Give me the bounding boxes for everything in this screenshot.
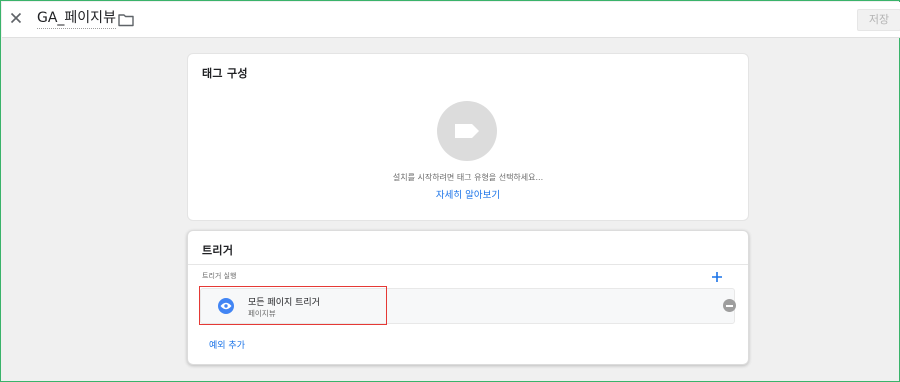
learn-more-link[interactable]: 자세히 알아보기: [188, 187, 748, 201]
tag-type-hint: 설치를 시작하려면 태그 유형을 선택하세요...: [392, 173, 544, 182]
tag-configuration-title: 태그 구성: [202, 67, 248, 80]
tag-name-field[interactable]: GA_페이지뷰: [37, 9, 116, 29]
close-icon[interactable]: [8, 10, 24, 26]
add-exception-link[interactable]: 예외 추가: [209, 338, 245, 351]
triggering-title: 트리거: [202, 244, 234, 257]
trigger-type: 페이지뷰: [248, 309, 276, 318]
top-bar: GA_페이지뷰 저장: [2, 2, 900, 38]
tag-icon: [455, 124, 479, 138]
triggering-card: 트리거 트리거 실행 모든 페이지 트리거 페이지뷰 예외 추가: [187, 230, 749, 365]
plus-icon[interactable]: [710, 269, 724, 283]
folder-icon[interactable]: [118, 12, 134, 27]
firing-triggers-label: 트리거 실행: [202, 272, 237, 280]
divider: [188, 264, 748, 265]
trigger-name: 모든 페이지 트리거: [248, 298, 320, 308]
save-button[interactable]: 저장: [857, 9, 900, 31]
tag-type-placeholder[interactable]: [437, 101, 497, 161]
app-frame: GA_페이지뷰 저장 태그 구성 설치를 시작하려면 태그 유형을 선택하세요.…: [0, 0, 900, 382]
trigger-row[interactable]: 모든 페이지 트리거 페이지뷰: [200, 288, 736, 324]
eye-icon: [218, 298, 234, 314]
tag-configuration-card[interactable]: 태그 구성 설치를 시작하려면 태그 유형을 선택하세요... 자세히 알아보기: [187, 53, 749, 221]
remove-trigger-icon[interactable]: [723, 299, 736, 312]
